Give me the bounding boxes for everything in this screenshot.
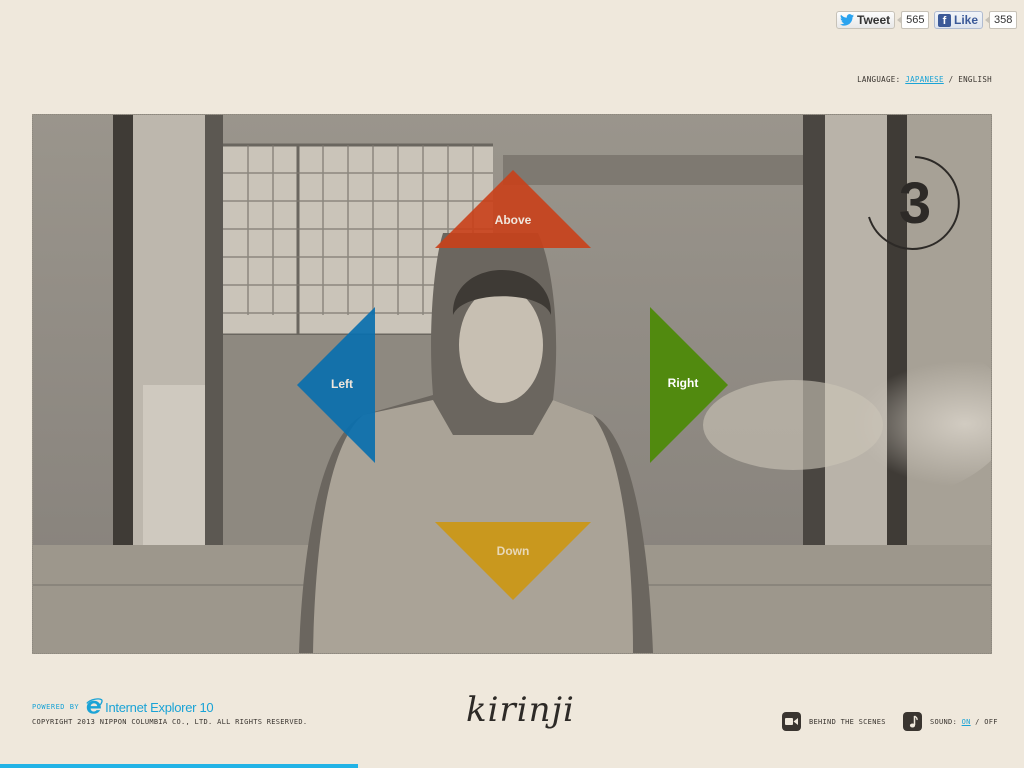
language-label: Language: (857, 75, 901, 84)
direction-down-label: Down (496, 544, 530, 558)
language-option-english[interactable]: English (958, 75, 992, 84)
sound-separator: / (975, 717, 980, 726)
internet-explorer-icon[interactable] (85, 698, 103, 716)
triangle-down-icon (435, 522, 591, 600)
countdown-counter: 3 (865, 153, 965, 253)
music-note-icon (903, 712, 922, 731)
twitter-bird-icon (840, 14, 854, 26)
tweet-count: 565 (897, 11, 930, 29)
sound-label: Sound: (930, 717, 958, 726)
triangle-up-icon (435, 170, 591, 248)
kirinji-logo[interactable]: kirinji (466, 690, 575, 730)
facebook-icon: f (938, 13, 951, 27)
copyright: Copyright 2013 Nippon Columbia Co., Ltd.… (32, 718, 308, 726)
tweet-widget: Tweet 565 (836, 10, 930, 30)
countdown-number: 3 (898, 170, 932, 236)
tweet-label: Tweet (857, 13, 891, 27)
language-separator: / (948, 75, 954, 84)
direction-right-button[interactable]: Right (650, 307, 728, 463)
like-widget: f Like 358 (934, 10, 1018, 30)
sound-toggle: Sound: On / Off (903, 712, 998, 731)
direction-down-button[interactable]: Down (435, 522, 591, 600)
language-switcher: Language: Japanese / English (857, 75, 992, 84)
direction-right-label: Right (667, 376, 699, 390)
like-button[interactable]: f Like (934, 11, 984, 29)
sound-off-option[interactable]: Off (984, 718, 998, 726)
behind-the-scenes-link[interactable]: Behind the scenes (782, 712, 886, 731)
video-stage: 3 Above Left Right Down (32, 114, 992, 654)
sound-on-option[interactable]: On (962, 718, 971, 726)
like-count: 358 (984, 11, 1018, 29)
progress-bar (0, 764, 1024, 768)
tweet-button[interactable]: Tweet (836, 11, 896, 29)
direction-above-button[interactable]: Above (435, 170, 591, 248)
like-label: Like (954, 13, 979, 27)
direction-above-label: Above (494, 213, 532, 227)
internet-explorer-label[interactable]: Internet Explorer 10 (105, 700, 213, 715)
direction-left-label: Left (331, 377, 353, 391)
progress-fill (0, 764, 359, 768)
direction-left-button[interactable]: Left (297, 307, 375, 463)
powered-by: Powered by Internet Explorer 10 (32, 698, 214, 716)
powered-by-label: Powered by (32, 703, 80, 711)
behind-the-scenes-label: Behind the scenes (809, 717, 886, 726)
language-option-japanese[interactable]: Japanese (905, 75, 944, 84)
video-camera-icon (782, 712, 801, 731)
